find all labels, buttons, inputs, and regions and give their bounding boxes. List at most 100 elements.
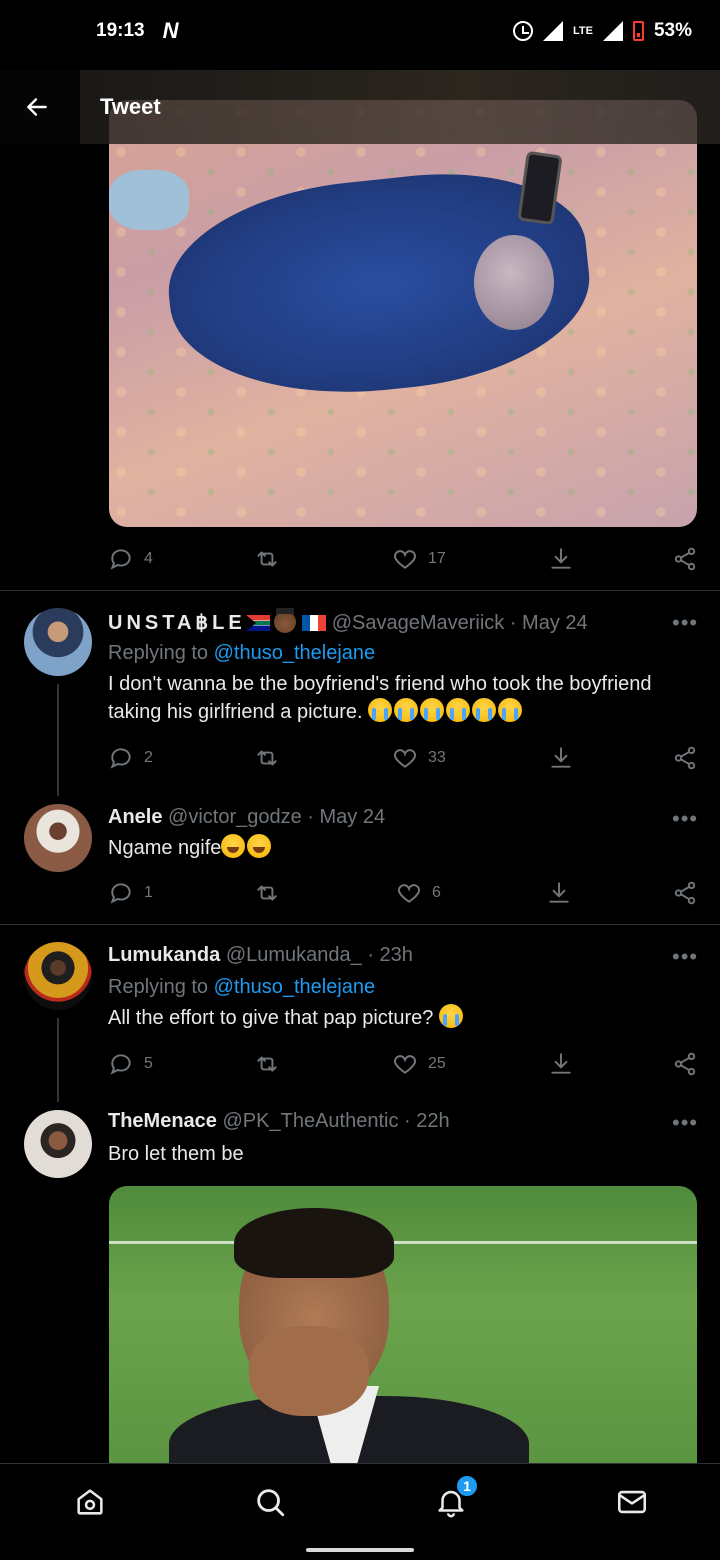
like-count: 17	[428, 550, 446, 567]
tweet-header: TheMenace @PK_TheAuthentic · 22h	[108, 1110, 450, 1133]
nav-messages[interactable]	[612, 1482, 652, 1522]
retweet-button[interactable]	[254, 1051, 280, 1077]
download-button[interactable]	[546, 880, 572, 906]
tweet-text: Ngame ngife	[108, 834, 698, 862]
tweet-text: I don't wanna be the boyfriend's friend …	[108, 670, 698, 726]
battery-icon	[632, 21, 644, 41]
reply-icon	[110, 883, 131, 904]
network-type: LTE	[573, 25, 593, 37]
nav-notifications[interactable]: 1	[431, 1474, 479, 1522]
netflix-notification-icon: N	[162, 18, 179, 43]
retweet-icon	[257, 551, 277, 567]
image-detail	[109, 1241, 697, 1244]
more-options-button[interactable]: •••	[672, 610, 698, 636]
bottom-navigation: 1	[0, 1463, 720, 1560]
like-button[interactable]: 25	[392, 1051, 446, 1077]
reply-button[interactable]: 2	[108, 745, 153, 771]
like-button[interactable]: 17	[392, 546, 446, 572]
reply-button[interactable]: 4	[108, 546, 153, 572]
more-options-button[interactable]: •••	[672, 806, 698, 832]
like-button[interactable]: 33	[392, 745, 446, 771]
user-handle[interactable]: @Lumukanda_	[226, 944, 362, 966]
reply-button[interactable]: 5	[108, 1051, 153, 1077]
image-subject-hand	[249, 1326, 369, 1416]
download-icon	[551, 747, 571, 768]
back-button[interactable]	[0, 70, 74, 144]
replying-label: Replying to	[108, 642, 209, 664]
crying-face-emoji-icon	[472, 698, 497, 722]
crying-face-emoji-icon	[446, 698, 471, 722]
rolling-laughing-emoji-icon	[221, 834, 246, 858]
thread-line	[57, 1018, 59, 1102]
share-icon	[674, 1052, 696, 1076]
crying-face-emoji-icon	[498, 698, 523, 722]
tweet-time: · May 24	[509, 612, 588, 634]
tweet-text: Bro let them be	[108, 1140, 698, 1168]
signal-icon	[543, 21, 563, 41]
tweet-text-content: Ngame ngife	[108, 837, 222, 859]
status-time: 19:13	[96, 20, 145, 41]
display-name[interactable]: Lumukanda	[108, 944, 220, 966]
user-handle[interactable]: @victor_godze	[168, 806, 302, 828]
nav-home[interactable]	[70, 1482, 110, 1522]
mention-link[interactable]: @thuso_thelejane	[214, 642, 376, 664]
avatar[interactable]	[24, 942, 92, 1010]
tweet-action-bar: 5 25	[108, 1049, 698, 1079]
tweet-action-bar: 2 33	[108, 743, 698, 773]
reply-media-image[interactable]	[109, 1186, 697, 1476]
reply-count: 5	[144, 1055, 153, 1072]
south-africa-flag-icon	[245, 615, 270, 631]
download-button[interactable]	[548, 546, 574, 572]
retweet-button[interactable]	[254, 546, 280, 572]
tweet-header: Anele @victor_godze · May 24	[108, 806, 385, 829]
reply-icon	[110, 1054, 131, 1075]
image-subject-head	[474, 235, 554, 330]
download-icon	[551, 1053, 571, 1074]
retweet-icon	[257, 1056, 277, 1072]
display-name[interactable]: Anele	[108, 806, 162, 828]
reply-count: 4	[144, 550, 153, 567]
share-button[interactable]	[672, 1051, 698, 1077]
retweet-icon	[257, 750, 277, 766]
retweet-button[interactable]	[254, 880, 280, 906]
download-button[interactable]	[548, 745, 574, 771]
crying-face-emoji-icon	[368, 698, 393, 722]
more-options-button[interactable]: •••	[672, 1110, 698, 1136]
share-icon	[674, 746, 696, 770]
reply-button[interactable]: 1	[108, 880, 153, 906]
like-button[interactable]: 6	[396, 880, 441, 906]
reply-icon	[110, 748, 131, 769]
alarm-icon	[513, 21, 533, 41]
user-handle[interactable]: @PK_TheAuthentic	[223, 1110, 399, 1132]
share-button[interactable]	[672, 880, 698, 906]
home-indicator[interactable]	[306, 1548, 414, 1552]
download-button[interactable]	[548, 1051, 574, 1077]
retweet-button[interactable]	[254, 745, 280, 771]
rolling-laughing-emoji-icon	[247, 834, 272, 858]
crying-face-emoji-icon	[438, 1004, 463, 1028]
display-name[interactable]: UNSTA฿LE	[108, 612, 246, 634]
user-handle[interactable]: @SavageMaveriick	[332, 612, 505, 634]
tweet-time: · 22h	[404, 1110, 450, 1132]
avatar[interactable]	[24, 804, 92, 872]
top-app-bar: Tweet	[0, 70, 720, 144]
mail-icon	[617, 1490, 647, 1514]
tweet-action-bar: 1 6	[108, 878, 698, 908]
tweet-media-image[interactable]	[109, 100, 697, 527]
graduate-emoji-icon	[273, 608, 296, 633]
avatar[interactable]	[24, 608, 92, 676]
home-icon	[77, 1489, 103, 1515]
replying-to: Replying to @thuso_thelejane	[108, 642, 375, 665]
tweet-text-content: All the effort to give that pap picture?	[108, 1007, 434, 1029]
thread-line	[57, 684, 59, 796]
nav-search[interactable]	[250, 1482, 290, 1522]
more-options-button[interactable]: •••	[672, 944, 698, 970]
share-button[interactable]	[672, 546, 698, 572]
avatar[interactable]	[24, 1110, 92, 1178]
display-name[interactable]: TheMenace	[108, 1110, 217, 1132]
like-count: 25	[428, 1055, 446, 1072]
share-button[interactable]	[672, 745, 698, 771]
mention-link[interactable]: @thuso_thelejane	[214, 976, 376, 998]
tweet-time: · 23h	[367, 944, 413, 966]
download-icon	[551, 548, 571, 569]
